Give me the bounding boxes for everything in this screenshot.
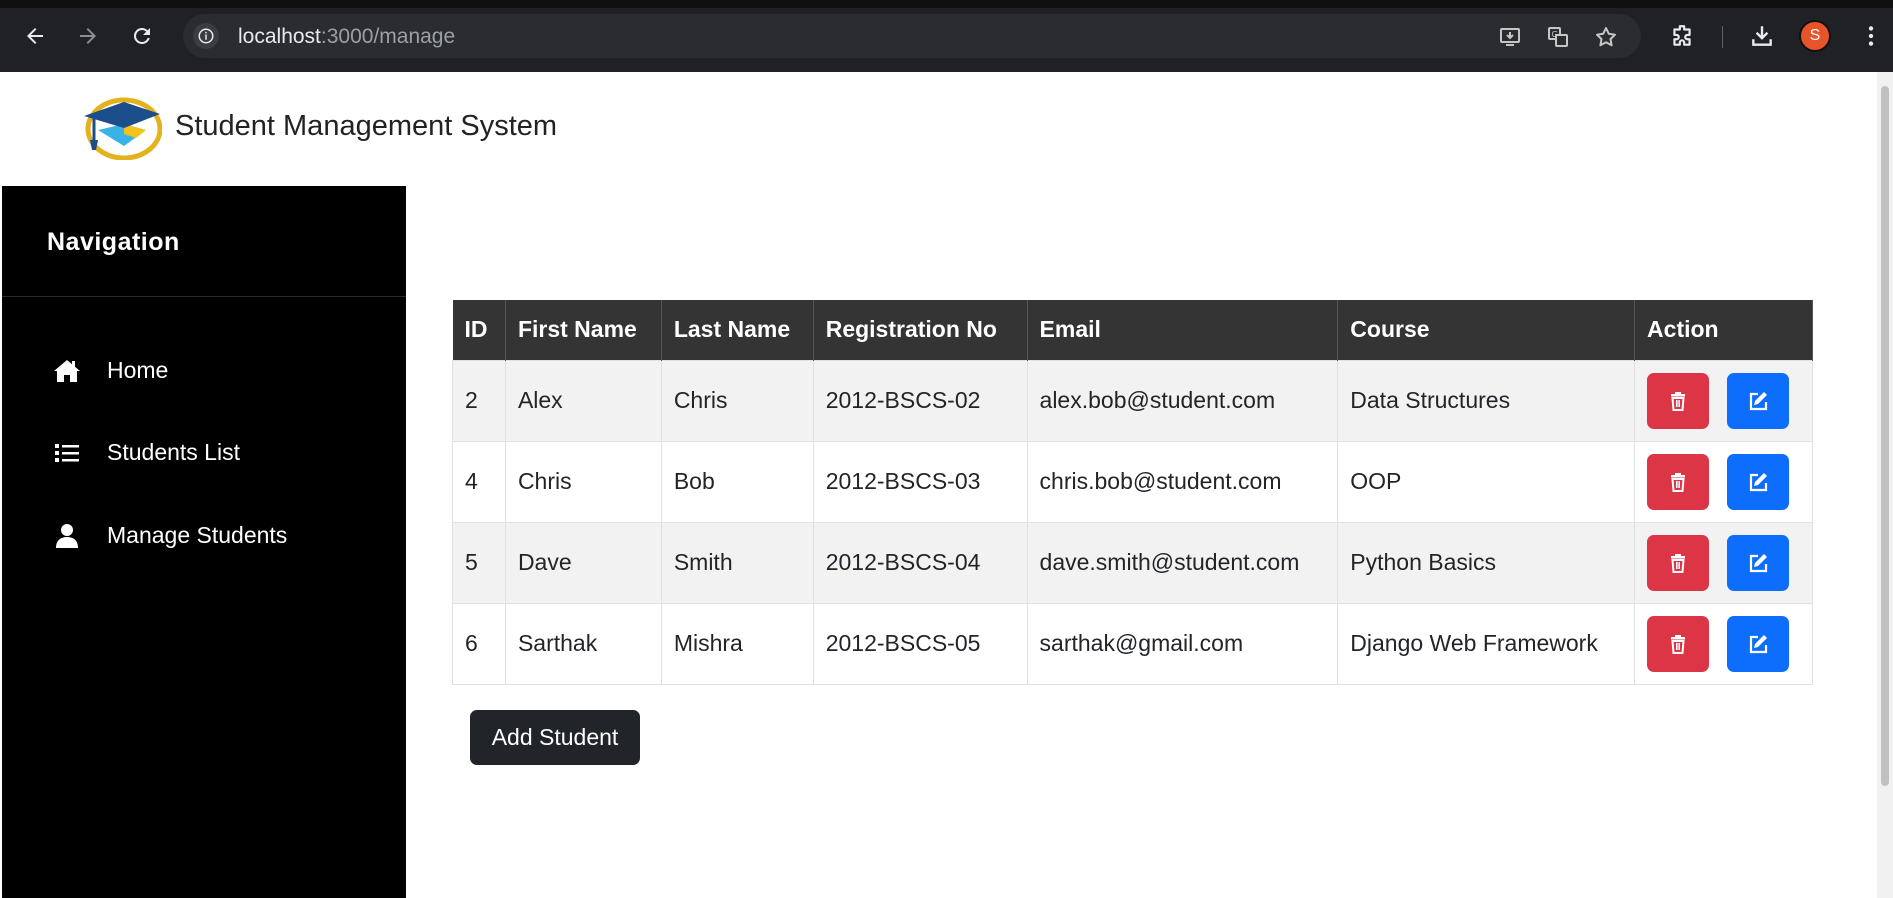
add-student-button[interactable]: Add Student xyxy=(470,710,640,765)
cell-last-name: Chris xyxy=(660,359,814,442)
page-viewport: Student Management System Navigation Hom… xyxy=(0,72,1877,898)
cell-course: Data Structures xyxy=(1337,359,1636,442)
table-row: 5 Dave Smith 2012-BSCS-04 dave.smith@stu… xyxy=(452,521,1813,604)
back-button[interactable] xyxy=(17,18,53,54)
forward-arrow-icon xyxy=(80,28,96,44)
url-path: :3000/manage xyxy=(320,25,456,48)
cell-id: 6 xyxy=(452,602,506,685)
back-arrow-icon xyxy=(27,28,43,44)
delete-button[interactable] xyxy=(1647,615,1710,672)
edit-button[interactable] xyxy=(1727,615,1790,672)
cell-action xyxy=(1634,602,1813,685)
sidebar-item-label: Manage Students xyxy=(107,522,288,548)
trash-icon xyxy=(1671,472,1686,492)
cell-last-name: Smith xyxy=(660,521,814,604)
edit-icon xyxy=(1749,553,1768,572)
sidebar-title: Navigation xyxy=(47,228,180,256)
sidebar: Navigation Home Students List Manage Stu… xyxy=(2,186,406,898)
scrollbar-thumb[interactable] xyxy=(1881,86,1889,786)
sidebar-divider xyxy=(2,296,406,297)
cell-registration-no: 2012-BSCS-05 xyxy=(812,602,1028,685)
cell-registration-no: 2012-BSCS-02 xyxy=(812,359,1028,442)
cell-id: 4 xyxy=(452,440,506,523)
trash-icon xyxy=(1671,553,1686,573)
table-row: 2 Alex Chris 2012-BSCS-02 alex.bob@stude… xyxy=(452,359,1813,442)
translate-icon[interactable]: G xyxy=(1545,24,1571,50)
site-info-icon[interactable] xyxy=(193,23,219,49)
edit-icon xyxy=(1749,391,1768,410)
cell-email: sarthak@gmail.com xyxy=(1026,602,1339,685)
cell-course: Python Basics xyxy=(1337,521,1636,604)
svg-text:G: G xyxy=(1552,30,1558,39)
page-scrollbar[interactable] xyxy=(1877,72,1893,898)
site-header: Student Management System xyxy=(0,72,1877,186)
cell-first-name: Chris xyxy=(504,440,662,523)
graduation-cap-logo xyxy=(84,97,162,160)
table-header-row: ID First Name Last Name Registration No … xyxy=(452,300,1813,360)
column-header-id: ID xyxy=(452,300,506,360)
site-title: Student Management System xyxy=(175,110,558,142)
tab-strip xyxy=(0,0,1893,8)
cell-email: alex.bob@student.com xyxy=(1026,359,1339,442)
cell-action xyxy=(1634,440,1813,523)
column-header-action: Action xyxy=(1634,300,1813,360)
trash-icon xyxy=(1671,634,1686,654)
edit-button[interactable] xyxy=(1727,453,1790,510)
delete-button[interactable] xyxy=(1647,534,1710,591)
extensions-icon[interactable] xyxy=(1668,22,1696,50)
home-icon xyxy=(52,357,82,385)
cell-email: dave.smith@student.com xyxy=(1026,521,1339,604)
reload-button[interactable] xyxy=(124,18,160,54)
column-header-registration-no: Registration No xyxy=(813,300,1028,360)
cell-last-name: Mishra xyxy=(660,602,814,685)
reload-icon xyxy=(133,27,150,44)
cell-registration-no: 2012-BSCS-04 xyxy=(812,521,1028,604)
edit-button[interactable] xyxy=(1727,534,1790,591)
bookmark-star-icon[interactable] xyxy=(1593,24,1619,50)
cell-course: OOP xyxy=(1337,440,1636,523)
trash-icon xyxy=(1671,391,1686,411)
students-table-container: ID First Name Last Name Registration No … xyxy=(452,300,1813,685)
sidebar-item-manage-students[interactable]: Manage Students xyxy=(2,508,406,564)
cell-id: 2 xyxy=(452,359,506,442)
user-icon xyxy=(52,522,82,550)
list-icon xyxy=(52,439,82,467)
address-bar[interactable]: localhost:3000/manage G xyxy=(183,14,1641,58)
edit-icon xyxy=(1749,472,1768,491)
column-header-last-name: Last Name xyxy=(661,300,814,360)
column-header-first-name: First Name xyxy=(505,300,662,360)
sidebar-item-label: Students List xyxy=(107,439,240,465)
url-host: localhost xyxy=(238,25,321,48)
browser-toolbar: localhost:3000/manage G S xyxy=(0,0,1893,72)
delete-button[interactable] xyxy=(1647,453,1710,510)
sidebar-item-label: Home xyxy=(107,357,169,383)
browser-menu-icon[interactable] xyxy=(1857,22,1885,50)
cell-registration-no: 2012-BSCS-03 xyxy=(812,440,1028,523)
table-row: 6 Sarthak Mishra 2012-BSCS-05 sarthak@gm… xyxy=(452,602,1813,685)
sidebar-item-students-list[interactable]: Students List xyxy=(2,425,406,481)
edit-icon xyxy=(1749,634,1768,653)
delete-button[interactable] xyxy=(1647,372,1710,429)
cell-first-name: Dave xyxy=(504,521,662,604)
cell-first-name: Sarthak xyxy=(504,602,662,685)
cell-last-name: Bob xyxy=(660,440,814,523)
cell-action xyxy=(1634,359,1813,442)
column-header-email: Email xyxy=(1027,300,1339,360)
url-text: localhost:3000/manage xyxy=(238,25,455,49)
edit-button[interactable] xyxy=(1727,372,1790,429)
cell-course: Django Web Framework xyxy=(1337,602,1636,685)
downloads-icon[interactable] xyxy=(1748,22,1776,50)
students-table: ID First Name Last Name Registration No … xyxy=(452,300,1813,685)
install-app-icon[interactable] xyxy=(1497,24,1523,50)
toolbar-divider xyxy=(1722,26,1723,48)
sidebar-item-home[interactable]: Home xyxy=(2,343,406,399)
profile-avatar[interactable]: S xyxy=(1799,20,1831,52)
cell-first-name: Alex xyxy=(504,359,662,442)
column-header-course: Course xyxy=(1337,300,1636,360)
cell-email: chris.bob@student.com xyxy=(1026,440,1339,523)
forward-button[interactable] xyxy=(70,18,106,54)
cell-action xyxy=(1634,521,1813,604)
table-row: 4 Chris Bob 2012-BSCS-03 chris.bob@stude… xyxy=(452,440,1813,523)
cell-id: 5 xyxy=(452,521,506,604)
